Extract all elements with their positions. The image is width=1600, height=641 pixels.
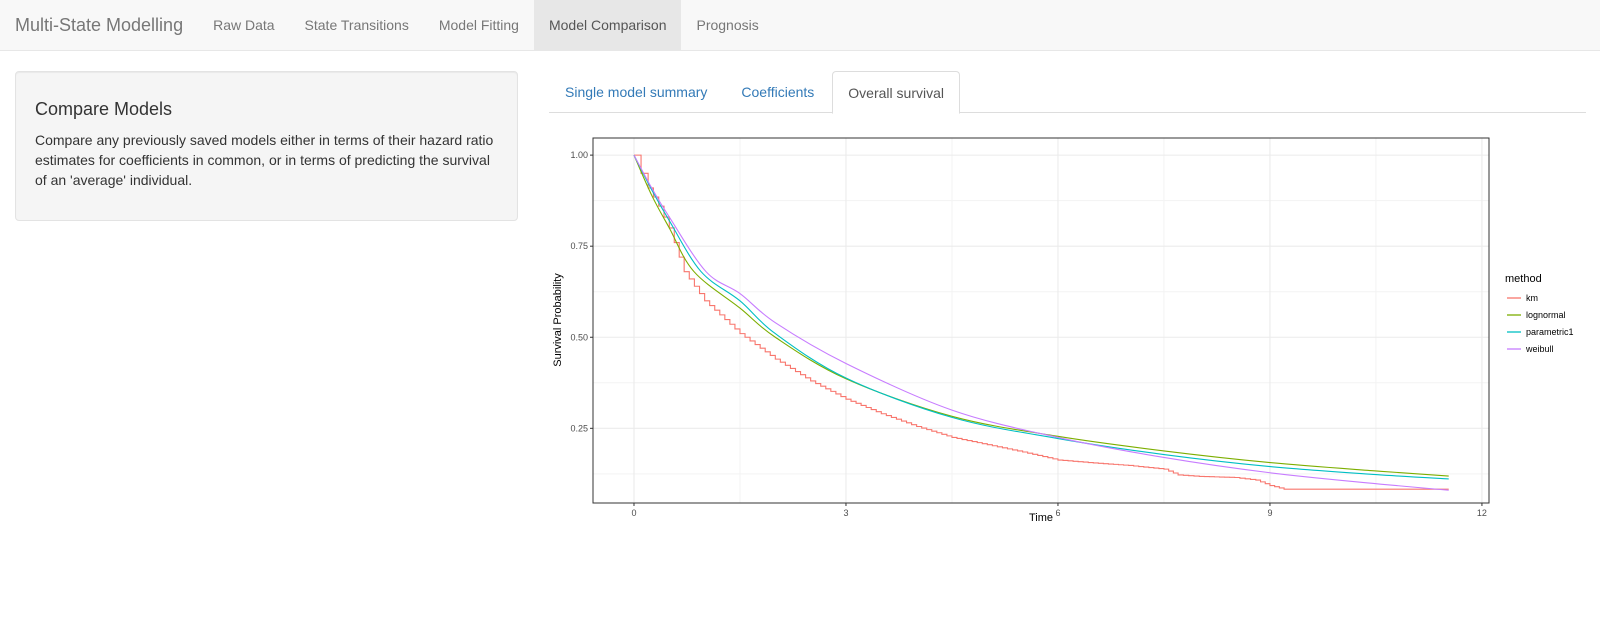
tab-overall-survival[interactable]: Overall survival — [832, 71, 960, 114]
survival-chart: 0 3 6 9 12 0.25 0.50 0.75 1.00 Time Survival Pro… — [549, 125, 1600, 545]
nav-model-comparison[interactable]: Model Comparison — [533, 0, 682, 50]
x-tick-label: 3 — [843, 508, 848, 518]
legend-label-lognormal: lognormal — [1526, 310, 1566, 320]
x-tick-label: 12 — [1477, 508, 1487, 518]
nav-raw-data[interactable]: Raw Data — [198, 0, 289, 50]
y-tick-label: 0.25 — [570, 423, 588, 433]
nav-model-fitting[interactable]: Model Fitting — [424, 0, 534, 50]
x-tick-label: 9 — [1267, 508, 1272, 518]
tab-single-model-summary[interactable]: Single model summary — [549, 71, 723, 113]
sidebar-title: Compare Models — [35, 99, 173, 119]
legend-title: method — [1505, 273, 1542, 285]
legend-label-parametric1: parametric1 — [1526, 327, 1574, 337]
navbar: Multi-State Modelling Raw Data State Tra… — [0, 0, 1600, 51]
nav-state-transitions[interactable]: State Transitions — [290, 0, 424, 50]
x-axis-label: Time — [1029, 512, 1053, 524]
x-tick-label: 6 — [1055, 508, 1060, 518]
sidebar-description: Compare any previously saved models eith… — [35, 132, 494, 188]
plot-background — [593, 138, 1489, 503]
y-axis-label: Survival Probability — [552, 273, 564, 367]
tab-coefficients[interactable]: Coefficients — [725, 71, 830, 113]
legend: method km lognormal parametric1 weibull — [1505, 273, 1574, 354]
y-tick-label: 0.50 — [570, 332, 588, 342]
legend-label-km: km — [1526, 293, 1538, 303]
sidebar-panel: Compare Models Compare any previously sa… — [15, 71, 518, 221]
y-tick-label: 0.75 — [570, 241, 588, 251]
survival-chart-svg: 0 3 6 9 12 0.25 0.50 0.75 1.00 Time Survival Pro… — [552, 137, 1574, 524]
brand-title[interactable]: Multi-State Modelling — [0, 0, 198, 50]
legend-label-weibull: weibull — [1525, 344, 1554, 354]
x-tick-label: 0 — [631, 508, 636, 518]
y-tick-label: 1.00 — [570, 150, 588, 160]
nav-prognosis[interactable]: Prognosis — [681, 0, 773, 50]
tab-bar: Single model summary Coefficients Overal… — [549, 71, 1586, 114]
